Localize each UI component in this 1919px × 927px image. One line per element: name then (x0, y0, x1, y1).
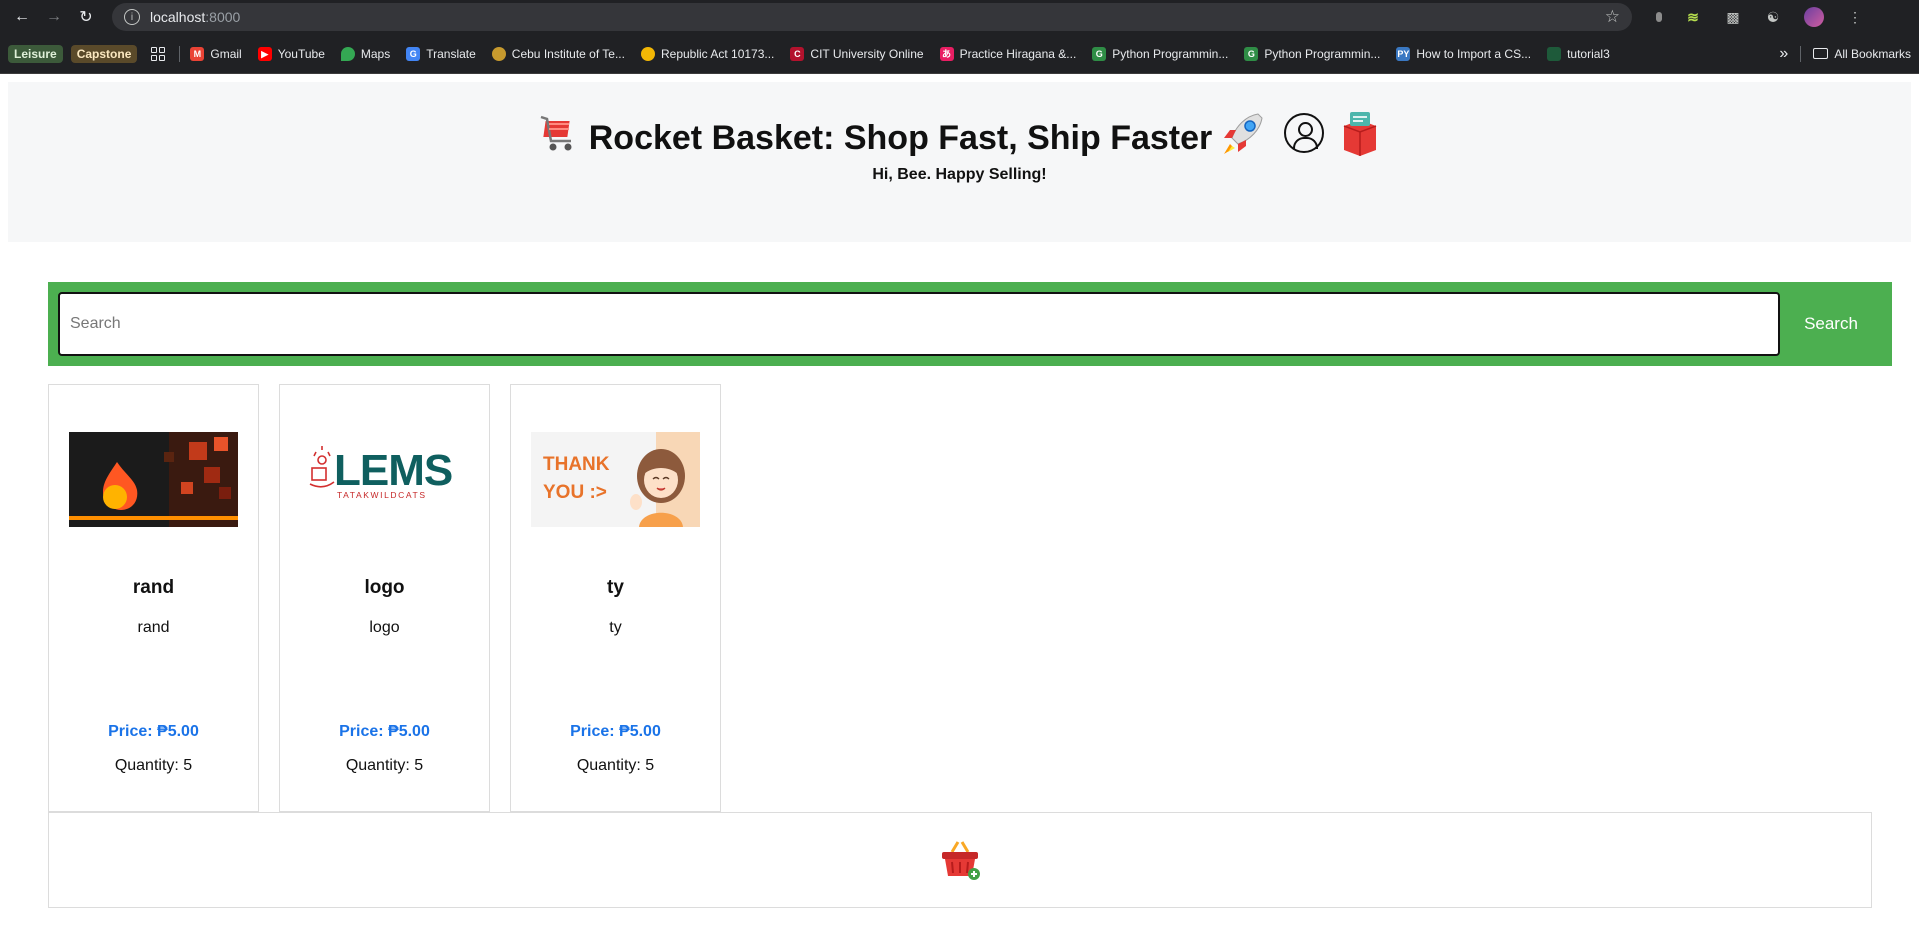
bookmark-tutorial3[interactable]: tutorial3 (1547, 46, 1610, 61)
lems-logo-subtext: TATAKWILDCATS (337, 490, 427, 500)
bookmark-cebu-institute[interactable]: Cebu Institute of Te... (491, 46, 625, 61)
product-card[interactable]: rand rand Price: ₱5.00 Quantity: 5 (48, 384, 259, 812)
bookmark-python-1[interactable]: G Python Programmin... (1092, 46, 1229, 61)
youtube-icon: ▶ (257, 46, 272, 61)
cit-seal-icon (491, 46, 506, 61)
product-description: ty (609, 619, 622, 636)
bookmark-folder-capstone[interactable]: Capstone (70, 44, 138, 63)
bookmark-label: Republic Act 10173... (660, 46, 775, 61)
bookmark-republic-act[interactable]: Republic Act 10173... (640, 46, 775, 61)
rocket-icon (1224, 113, 1263, 154)
site-info-icon[interactable]: i (124, 9, 140, 25)
bookmark-import-csv[interactable]: PY How to Import a CS... (1396, 46, 1532, 61)
all-bookmarks-label: All Bookmarks (1834, 46, 1911, 61)
search-button[interactable]: Search (1780, 292, 1882, 356)
bookmark-hiragana[interactable]: あ Practice Hiragana &... (939, 46, 1077, 61)
bookmarks-overflow-icon[interactable]: » (1779, 45, 1788, 63)
product-quantity: Quantity: 5 (576, 757, 655, 774)
bookmark-label: Gmail (210, 46, 242, 61)
geeks-icon: G (1244, 46, 1259, 61)
add-product-panel (48, 812, 1872, 908)
extension-signal-icon[interactable]: ≋ (1684, 8, 1702, 26)
bookmark-label: CIT University Online (810, 46, 924, 61)
extension-dot-icon[interactable] (1656, 12, 1662, 22)
flame-abstract-image (69, 432, 238, 527)
gmail-icon: M (190, 46, 205, 61)
bookmark-cit-online[interactable]: C CIT University Online (790, 46, 924, 61)
bookmark-label: Practice Hiragana &... (959, 46, 1077, 61)
bulb-icon (640, 46, 655, 61)
bookmark-label: Cebu Institute of Te... (511, 46, 625, 61)
page-title: Rocket Basket: Shop Fast, Ship Faster (588, 118, 1213, 157)
shopping-cart-icon (540, 115, 572, 151)
bookmark-label: YouTube (277, 46, 325, 61)
bookmark-maps[interactable]: Maps (340, 46, 391, 61)
product-quantity: Quantity: 5 (345, 757, 424, 774)
cit-logo-icon: C (790, 46, 805, 61)
bookmark-gmail[interactable]: M Gmail (190, 46, 242, 61)
product-name: rand (132, 577, 175, 598)
product-grid: rand rand Price: ₱5.00 Quantity: 5 LEMS … (48, 384, 721, 812)
reload-icon[interactable]: ↻ (72, 3, 100, 31)
extension-leaf-icon[interactable]: ☯ (1764, 8, 1782, 26)
address-bar[interactable]: i localhost:8000 ☆ (112, 3, 1632, 31)
search-input[interactable] (58, 292, 1780, 356)
add-to-basket-icon[interactable] (938, 838, 982, 882)
bookmark-translate[interactable]: G Translate (406, 46, 476, 61)
bookmark-label: Python Programmin... (1112, 46, 1229, 61)
bookmark-youtube[interactable]: ▶ YouTube (257, 46, 325, 61)
geeks-icon: G (1092, 46, 1107, 61)
bookmark-label: Maps (360, 46, 391, 61)
greeting-text: Hi, Bee. Happy Selling! (872, 166, 1047, 183)
product-quantity: Quantity: 5 (114, 757, 193, 774)
bookmark-label: tutorial3 (1567, 46, 1610, 61)
tutorial-icon (1547, 46, 1562, 61)
package-box-icon[interactable] (1338, 108, 1382, 158)
profile-avatar[interactable] (1804, 7, 1824, 27)
browser-toolbar: ← → ↻ i localhost:8000 ☆ ≋ ▩ ☯ ⋮ (0, 0, 1919, 34)
product-price: Price: ₱5.00 (570, 723, 661, 740)
bookmark-star-icon[interactable]: ☆ (1605, 7, 1620, 27)
product-name: ty (607, 577, 624, 598)
translate-icon: G (406, 46, 421, 61)
thank-you-text: YOU :> (543, 482, 607, 503)
thank-you-text: THANK (543, 454, 610, 475)
bookmark-folder-leisure[interactable]: Leisure (8, 44, 63, 63)
bookmarks-bar: Leisure Capstone M Gmail ▶ YouTube Maps GT… (0, 34, 1919, 74)
site-header: Rocket Basket: Shop Fast, Ship Faster Hi… (8, 82, 1911, 242)
extensions-puzzle-icon[interactable]: ▩ (1724, 8, 1742, 26)
bookmarks-divider (1800, 45, 1802, 62)
bookmark-label: Python Programmin... (1264, 46, 1381, 61)
maps-pin-icon (340, 46, 355, 61)
folder-icon (1813, 48, 1829, 59)
py-icon: PY (1396, 46, 1411, 61)
url-port: :8000 (205, 9, 241, 25)
apps-grid-icon[interactable] (151, 46, 166, 61)
product-price: Price: ₱5.00 (339, 723, 430, 740)
bookmark-label: Translate (426, 46, 476, 61)
all-bookmarks-button[interactable]: All Bookmarks (1813, 47, 1911, 61)
url-host: localhost (150, 9, 206, 25)
product-description: rand (137, 619, 170, 636)
browser-menu-icon[interactable]: ⋮ (1846, 8, 1864, 26)
bookmark-label: How to Import a CS... (1416, 46, 1532, 61)
forward-icon[interactable]: → (40, 3, 68, 31)
bookmark-python-2[interactable]: G Python Programmin... (1244, 46, 1381, 61)
search-bar: Search (48, 282, 1892, 366)
lems-logo-text: LEMS (334, 446, 452, 495)
lems-logo-image: LEMS TATAKWILDCATS (300, 432, 469, 527)
user-profile-icon[interactable] (1284, 113, 1325, 153)
thank-you-image: THANK YOU :> (531, 432, 700, 527)
product-price: Price: ₱5.00 (108, 723, 199, 740)
bookmarks-divider (179, 45, 181, 62)
product-card[interactable]: LEMS TATAKWILDCATS logo logo Price: ₱5.0… (279, 384, 490, 812)
page-content: Rocket Basket: Shop Fast, Ship Faster Hi… (0, 74, 1919, 927)
product-card[interactable]: THANK YOU :> ty ty Price: ₱5.00 Quantity… (510, 384, 721, 812)
back-icon[interactable]: ← (8, 3, 36, 31)
hiragana-icon: あ (939, 46, 954, 61)
product-description: logo (369, 619, 400, 636)
product-name: logo (364, 577, 405, 598)
